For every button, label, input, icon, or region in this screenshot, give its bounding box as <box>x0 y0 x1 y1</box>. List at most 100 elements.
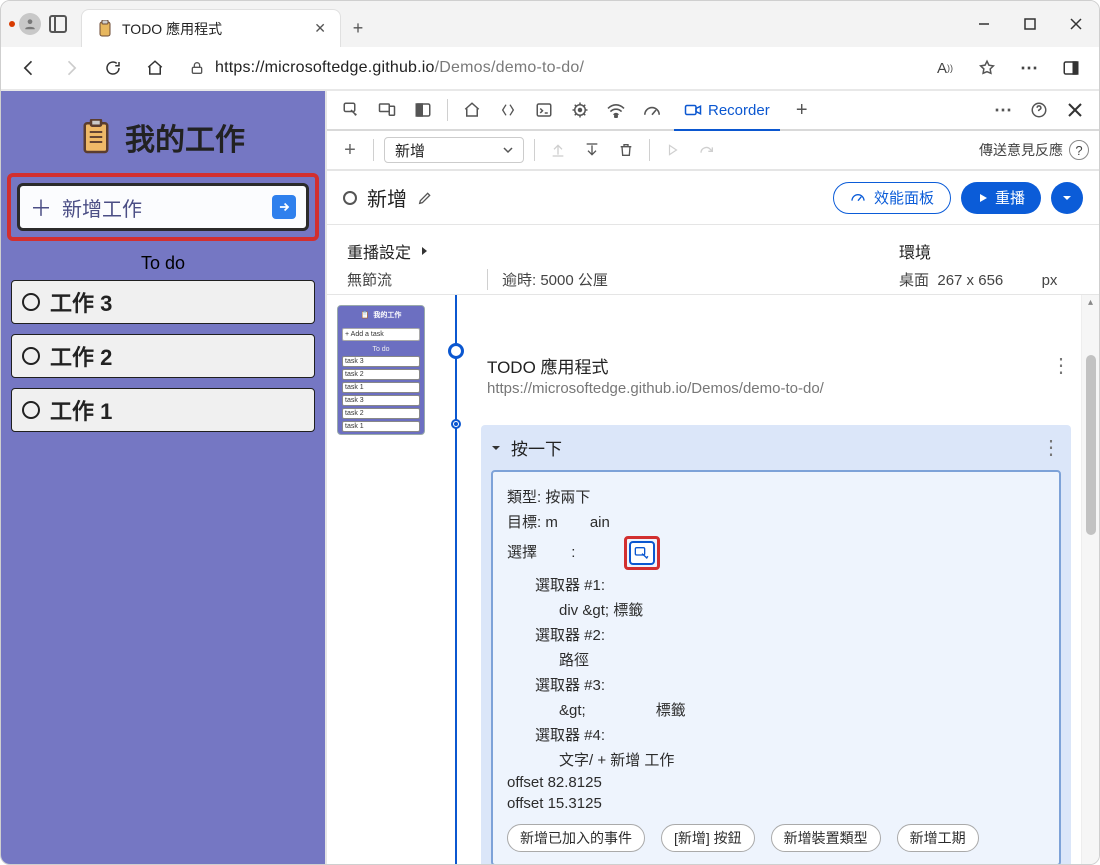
step-over-button <box>694 137 720 163</box>
lock-icon <box>189 60 205 76</box>
task-item[interactable]: 工作 3 <box>11 280 315 324</box>
home-button[interactable] <box>137 50 173 86</box>
browser-tab[interactable]: TODO 應用程式 ✕ <box>81 9 341 47</box>
camera-icon <box>684 103 702 117</box>
record-status-icon <box>343 191 357 205</box>
environment-value: 桌面 267 x 656 px <box>899 269 1079 290</box>
timeline-node[interactable] <box>448 343 464 359</box>
recording-select[interactable]: 新增 <box>384 137 524 163</box>
read-aloud-button[interactable]: A)) <box>927 50 963 86</box>
elements-tab-icon[interactable] <box>494 96 522 124</box>
scroll-thumb[interactable] <box>1086 355 1096 535</box>
import-button[interactable] <box>579 137 605 163</box>
network-tab-icon[interactable] <box>602 96 630 124</box>
add-button-chip[interactable]: [新增] 按鈕 <box>661 824 755 852</box>
new-recording-button[interactable]: + <box>337 137 363 163</box>
console-tab-icon[interactable] <box>530 96 558 124</box>
favorite-button[interactable] <box>969 50 1005 86</box>
step-menu-icon[interactable]: ⋮ <box>1041 435 1061 460</box>
selector-4-value: 文字/ + 新增 工作 <box>507 747 1045 772</box>
replay-split-button[interactable] <box>1051 182 1083 214</box>
devtools-close-icon[interactable] <box>1061 96 1089 124</box>
tab-title: TODO 應用程式 <box>122 19 222 39</box>
rename-button[interactable] <box>417 190 433 206</box>
performance-tab-icon[interactable] <box>638 96 666 124</box>
clipboard-icon <box>81 119 111 155</box>
chevron-down-icon <box>1062 193 1072 203</box>
devtools-tabstrip: Recorder + ⋯ <box>327 91 1099 131</box>
submit-task-button[interactable] <box>272 195 296 219</box>
address-bar[interactable]: https://microsoftedge.github.io/Demos/de… <box>179 51 921 85</box>
welcome-tab-icon[interactable] <box>458 96 486 124</box>
recorder-tab[interactable]: Recorder <box>674 91 780 131</box>
menu-button[interactable]: ⋯ <box>1011 50 1047 86</box>
performance-panel-button[interactable]: 效能面板 <box>833 182 951 214</box>
sidebar-toggle-button[interactable] <box>1053 50 1089 86</box>
minimize-button[interactable] <box>961 1 1007 47</box>
step-title: TODO 應用程式 <box>487 353 609 378</box>
task-label: 工作 3 <box>50 286 112 318</box>
refresh-button[interactable] <box>95 50 131 86</box>
scroll-up-icon[interactable]: ▴ <box>1082 297 1099 308</box>
selector-picker-highlight <box>624 536 660 570</box>
dock-icon[interactable] <box>409 96 437 124</box>
close-window-button[interactable] <box>1053 1 1099 47</box>
step-play-button <box>660 137 686 163</box>
sources-tab-icon[interactable] <box>566 96 594 124</box>
delete-button[interactable] <box>613 137 639 163</box>
back-button[interactable] <box>11 50 47 86</box>
forward-button <box>53 50 89 86</box>
selector-picker-button[interactable] <box>629 541 655 565</box>
browser-window: TODO 應用程式 ✕ + https://microsoftedge.gith… <box>0 0 1100 865</box>
profile-avatar[interactable] <box>19 13 41 35</box>
device-icon[interactable] <box>373 96 401 124</box>
more-tabs-button[interactable]: + <box>788 96 816 124</box>
content-area: 我的工作 ＋ 新增工作 To do 工作 3 工作 2 工作 1 <box>1 91 1099 864</box>
feedback-label: 傳送意見反應 <box>979 140 1063 160</box>
replay-button[interactable]: 重播 <box>961 182 1041 214</box>
task-radio[interactable] <box>22 293 40 311</box>
task-label: 工作 2 <box>50 340 112 372</box>
devtools-more-icon[interactable]: ⋯ <box>989 96 1017 124</box>
timeline-node[interactable] <box>451 419 461 429</box>
task-label: 工作 1 <box>50 394 112 426</box>
new-task-input[interactable]: ＋ 新增工作 <box>17 183 309 231</box>
step-menu-icon[interactable]: ⋮ <box>1051 353 1071 378</box>
recorder-toolbar: + 新增 傳送意見反應 ? <box>327 131 1099 171</box>
selector-1-value: div &gt; 標籤 <box>507 597 1045 622</box>
task-item[interactable]: 工作 2 <box>11 334 315 378</box>
help-small-icon: ? <box>1069 140 1089 160</box>
address-url: https://microsoftedge.github.io/Demos/de… <box>215 59 584 77</box>
timeout-value: 逾時: 5000 公厘 <box>487 269 879 290</box>
tab-favicon <box>96 20 114 38</box>
tab-close-icon[interactable]: ✕ <box>314 20 326 37</box>
recording-select-label: 新增 <box>395 140 425 161</box>
maximize-button[interactable] <box>1007 1 1053 47</box>
recording-thumbnail[interactable]: 📋我的工作 + Add a task To do task 3 task 2 t… <box>327 295 435 864</box>
inspect-icon <box>634 546 650 560</box>
step-navigate[interactable]: TODO 應用程式 ⋮ https://microsoftedge.github… <box>487 347 1071 403</box>
selector-1-label: 選取器 #1: <box>507 572 1045 597</box>
scrollbar[interactable]: ▴ <box>1081 295 1099 864</box>
new-tab-button[interactable]: + <box>341 9 375 47</box>
add-assertion-chip[interactable]: 新增已加入的事件 <box>507 824 645 852</box>
add-device-chip[interactable]: 新增裝置類型 <box>771 824 881 852</box>
task-radio[interactable] <box>22 347 40 365</box>
inspect-icon[interactable] <box>337 96 365 124</box>
help-icon[interactable] <box>1025 96 1053 124</box>
replay-button-label: 重播 <box>995 187 1025 208</box>
add-duration-chip[interactable]: 新增工期 <box>897 824 979 852</box>
workspaces-icon[interactable] <box>49 15 67 33</box>
step-click[interactable]: 按一下 ⋮ 類型: 按兩下 目標: main 選擇 : <box>481 425 1071 864</box>
selector-2-value: 路徑 <box>507 647 1045 672</box>
recorder-tab-label: Recorder <box>708 102 770 119</box>
feedback-link[interactable]: 傳送意見反應 ? <box>979 140 1089 160</box>
replay-settings-label[interactable]: 重播設定 <box>347 239 467 263</box>
chevron-down-icon[interactable] <box>491 443 501 453</box>
replay-settings: 重播設定 環境 無節流 逾時: 5000 公厘 桌面 267 x 656 px <box>327 225 1099 295</box>
new-task-highlight: ＋ 新增工作 <box>7 173 319 241</box>
selector-3-label: 選取器 #3: <box>507 672 1045 697</box>
task-radio[interactable] <box>22 401 40 419</box>
task-item[interactable]: 工作 1 <box>11 388 315 432</box>
devtools-panel: Recorder + ⋯ + 新增 <box>325 91 1099 864</box>
